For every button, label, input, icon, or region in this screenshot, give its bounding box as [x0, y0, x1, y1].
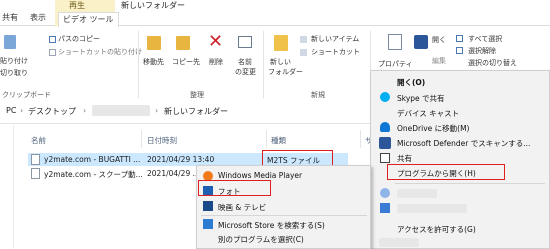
shortcut-button[interactable]: ショートカット: [311, 48, 360, 57]
cut-button[interactable]: 切り取り: [0, 69, 28, 78]
properties-icon: [388, 34, 402, 50]
menu-item-movies-tv[interactable]: 映画 & テレビ: [218, 202, 266, 213]
column-header-date[interactable]: 日付時刻: [147, 135, 177, 146]
breadcrumb-chevron-icon: ›: [83, 106, 87, 115]
tab-share[interactable]: 共有: [2, 12, 18, 26]
window-title: 新しいフォルダー: [121, 1, 185, 10]
copy-path-button[interactable]: パスのコピー: [58, 35, 100, 44]
menu-item-cast[interactable]: デバイス キャスト: [397, 108, 459, 119]
rename-icon: [238, 36, 252, 48]
paste-icon: [4, 35, 16, 49]
movies-tv-icon: [203, 201, 213, 211]
select-none-button[interactable]: 選択解除: [468, 47, 496, 56]
breadcrumb-current-folder[interactable]: 新しいフォルダー: [164, 106, 228, 117]
paste-shortcut-button[interactable]: ショートカットの貼り付け: [58, 48, 142, 57]
onedrive-icon: [380, 122, 390, 132]
new-item-icon: [300, 36, 307, 43]
menu-separator: [201, 215, 367, 216]
menu-item-defender[interactable]: Microsoft Defender でスキャンする...: [397, 138, 530, 149]
file-date: 2021/04/29 13:40: [147, 155, 215, 164]
video-file-icon: [31, 154, 40, 165]
tab-video-tools[interactable]: ビデオ ツール: [58, 12, 119, 27]
open-button[interactable]: 開く: [432, 36, 446, 45]
column-header-name[interactable]: 名前: [31, 135, 46, 146]
navigation-pane: [0, 125, 14, 249]
new-folder-icon: [274, 35, 288, 51]
select-all-button[interactable]: すべて選択: [468, 35, 502, 44]
menu-item-onedrive[interactable]: OneDrive に移動(M): [397, 123, 469, 134]
new-item-button[interactable]: 新しいアイテム: [311, 35, 359, 44]
blurred-menu-item: [379, 238, 419, 247]
context-group-label: 再生: [69, 1, 85, 10]
skype-icon: [380, 92, 390, 102]
menu-item-windows-media-player[interactable]: Windows Media Player: [218, 171, 302, 180]
store-icon: [203, 219, 213, 229]
paste-shortcut-icon: [49, 49, 56, 56]
column-separator: [360, 130, 361, 148]
highlight-box-photos: [198, 180, 271, 196]
column-separator: [141, 130, 142, 148]
paste-button[interactable]: 貼り付け: [0, 57, 28, 66]
file-date: 2021/04/29 ...: [147, 169, 200, 178]
edit-button[interactable]: 編集: [432, 57, 446, 66]
select-none-icon: [456, 47, 463, 54]
move-to-icon: [147, 36, 161, 50]
menu-item-store-search[interactable]: Microsoft Store を検索する(S): [218, 220, 325, 231]
highlight-box-file-type: [262, 150, 333, 166]
defender-shield-icon: [414, 35, 428, 49]
copy-path-icon: [49, 36, 56, 43]
open-with-submenu: Windows Media Player フォト 映画 & テレビ Micros…: [196, 165, 371, 249]
blurred-breadcrumb: [92, 105, 150, 116]
blurred-menu-item: [397, 204, 467, 213]
menu-item-choose-other[interactable]: 別のプログラムを選択(C): [218, 234, 304, 245]
ribbon-separator: [263, 31, 264, 101]
blurred-menu-item: [397, 189, 437, 198]
context-menu: 開く(O) Skype で共有 デバイス キャスト OneDrive に移動(M…: [370, 70, 550, 249]
new-folder-button-line2[interactable]: フォルダー: [268, 68, 303, 77]
shortcut-icon: [300, 49, 307, 56]
video-file-icon: [31, 168, 40, 179]
ribbon-tab-strip: 再生 共有 表示 ビデオ ツール 新しいフォルダー: [0, 0, 550, 27]
column-header-type[interactable]: 種類: [271, 135, 286, 146]
invert-selection-button[interactable]: 選択の切り替え: [468, 59, 517, 68]
share-icon: [380, 153, 390, 163]
ribbon-separator: [138, 31, 139, 101]
app-icon: [380, 188, 390, 198]
breadcrumb-chevron-icon: ›: [155, 106, 159, 115]
menu-item-open[interactable]: 開く(O): [397, 77, 425, 88]
properties-button[interactable]: プロパティ: [378, 60, 413, 69]
rename-button-line1[interactable]: 名前: [238, 58, 252, 67]
copy-to-button[interactable]: コピー先: [172, 58, 200, 67]
column-separator: [266, 130, 267, 148]
app-icon: [380, 203, 390, 213]
breadcrumb-chevron-icon: ›: [20, 106, 24, 115]
menu-item-share[interactable]: 共有: [397, 153, 412, 164]
delete-button[interactable]: 削除: [209, 58, 223, 67]
menu-item-skype-share[interactable]: Skype で共有: [397, 93, 445, 104]
file-name: y2mate.com - BUGATTI ...: [44, 155, 141, 164]
breadcrumb-desktop[interactable]: デスクトップ: [28, 106, 76, 117]
rename-button-line2[interactable]: の変更: [235, 68, 256, 77]
tab-view[interactable]: 表示: [30, 12, 46, 26]
file-name: y2mate.com - スクープ動...: [44, 170, 143, 179]
delete-icon: ✕: [208, 31, 224, 52]
menu-item-allow-access[interactable]: アクセスを許可する(G): [397, 224, 476, 235]
copy-to-icon: [176, 36, 190, 50]
menu-separator: [395, 183, 545, 184]
highlight-box-open-with: [387, 164, 505, 180]
move-to-button[interactable]: 移動先: [143, 58, 164, 67]
defender-icon: [379, 137, 391, 149]
breadcrumb-pc[interactable]: PC: [6, 106, 16, 115]
select-all-icon: [456, 35, 463, 42]
new-folder-button-line1[interactable]: 新しい: [270, 58, 291, 67]
